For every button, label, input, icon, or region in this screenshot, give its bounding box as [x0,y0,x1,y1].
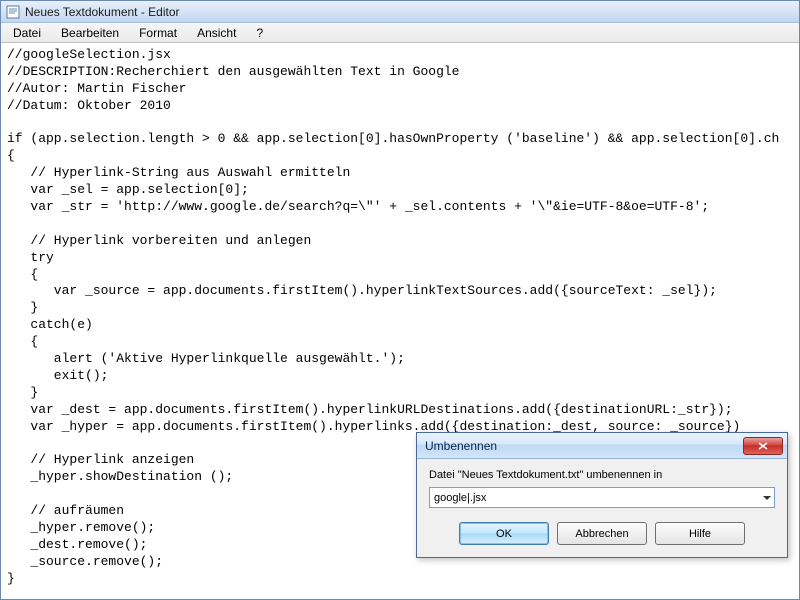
ok-button[interactable]: OK [459,522,549,545]
window-title: Neues Textdokument - Editor [25,5,180,19]
rename-dialog: Umbenennen Datei "Neues Textdokument.txt… [416,432,788,558]
help-button[interactable]: Hilfe [655,522,745,545]
dialog-titlebar[interactable]: Umbenennen [417,433,787,459]
app-icon [5,4,21,20]
menu-help[interactable]: ? [246,24,273,42]
close-button[interactable] [743,437,783,455]
titlebar[interactable]: Neues Textdokument - Editor [1,1,799,23]
dialog-button-row: OK Abbrechen Hilfe [429,522,775,545]
menu-view[interactable]: Ansicht [187,24,246,42]
dialog-body: Datei "Neues Textdokument.txt" umbenenne… [417,459,787,557]
menu-format[interactable]: Format [129,24,187,42]
dialog-title: Umbenennen [425,439,497,453]
rename-label: Datei "Neues Textdokument.txt" umbenenne… [429,469,775,481]
menubar: Datei Bearbeiten Format Ansicht ? [1,23,799,43]
close-icon [758,442,768,450]
cancel-button[interactable]: Abbrechen [557,522,647,545]
filename-input[interactable] [429,487,775,508]
filename-combo [429,487,775,508]
menu-file[interactable]: Datei [3,24,51,42]
menu-edit[interactable]: Bearbeiten [51,24,129,42]
